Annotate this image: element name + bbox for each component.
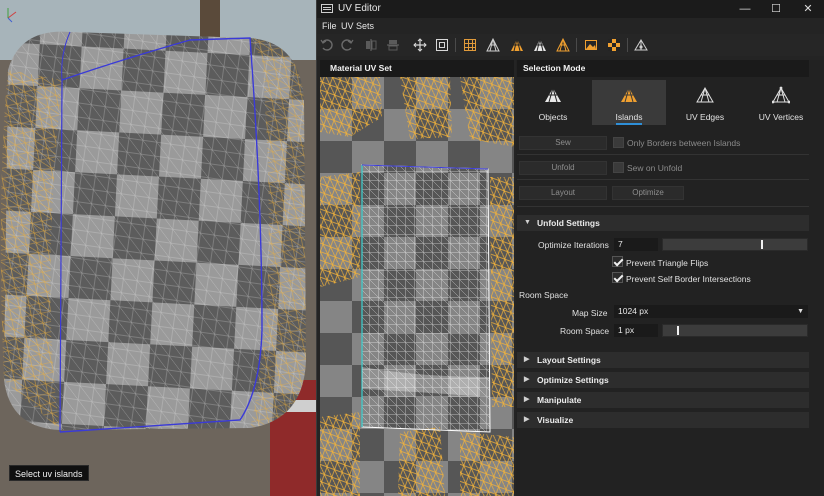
only-borders-label: Only Borders between Islands <box>627 138 741 148</box>
mirror-horizontal-icon[interactable] <box>363 37 379 53</box>
uv-edges-icon[interactable] <box>555 37 571 53</box>
maximize-button[interactable]: ☐ <box>761 0 791 18</box>
checker-icon[interactable] <box>606 37 622 53</box>
manipulate-header[interactable]: ▶ Manipulate <box>517 392 809 408</box>
room-space-label: Room Space <box>560 326 610 336</box>
menu-file[interactable]: File <box>322 21 337 31</box>
map-size-value: 1024 px <box>618 306 649 316</box>
prevent-self-border-label: Prevent Self Border Intersections <box>626 274 751 284</box>
image-icon[interactable] <box>583 37 599 53</box>
islands-icon <box>621 87 637 103</box>
chevron-down-icon: ▼ <box>797 308 804 315</box>
fit-icon[interactable] <box>434 37 450 53</box>
optimize-button[interactable]: Optimize <box>612 186 684 200</box>
section-title: Unfold Settings <box>537 218 600 228</box>
redo-icon[interactable] <box>339 37 355 53</box>
prevent-self-border-checkbox[interactable] <box>612 272 623 283</box>
title-bar[interactable]: UV Editor — ☐ ✕ <box>317 0 824 18</box>
uv-editor-window: UV Editor — ☐ ✕ File UV Sets Material UV… <box>316 0 824 496</box>
slider-thumb[interactable] <box>677 326 679 335</box>
menu-bar: File UV Sets <box>317 18 824 34</box>
move-icon[interactable] <box>412 37 428 53</box>
toolbar <box>317 34 824 56</box>
slider-thumb[interactable] <box>761 240 763 249</box>
pin-icon[interactable] <box>633 37 649 53</box>
room-space-slider[interactable] <box>662 324 808 337</box>
minimize-button[interactable]: — <box>730 0 760 18</box>
section-title: Visualize <box>537 415 574 425</box>
mode-tab-uv-vertices[interactable]: UV Vertices <box>744 80 818 125</box>
chevron-right-icon: ▶ <box>524 416 530 423</box>
optimize-settings-header[interactable]: ▶ Optimize Settings <box>517 372 809 388</box>
optimize-iterations-label: Optimize Iterations <box>538 240 609 250</box>
sew-button[interactable]: Sew <box>519 136 607 150</box>
uv-layout[interactable] <box>320 77 514 496</box>
mode-tab-islands[interactable]: Islands <box>592 80 666 125</box>
prevent-triangle-flips-checkbox[interactable] <box>612 256 623 267</box>
axis-gizmo-icon <box>7 8 17 23</box>
uv-canvas[interactable] <box>320 77 514 496</box>
room-space-heading: Room Space <box>519 290 569 300</box>
grid-icon[interactable] <box>462 37 478 53</box>
mode-tab-label: Islands <box>615 112 643 122</box>
section-title: Layout Settings <box>537 355 601 365</box>
3d-viewport[interactable]: Select uv islands <box>0 0 316 496</box>
uv-vertices-icon <box>772 86 790 104</box>
room-space-input[interactable]: 1 px <box>614 324 658 337</box>
islands-icon[interactable] <box>509 37 525 53</box>
app-icon <box>321 4 333 13</box>
map-size-label: Map Size <box>572 308 608 318</box>
visualize-header[interactable]: ▶ Visualize <box>517 412 809 428</box>
selection-panel: Selection Mode Objects Islands UV Edges … <box>516 60 824 496</box>
objects-icon <box>545 87 561 103</box>
active-tab-indicator <box>616 123 642 125</box>
close-button[interactable]: ✕ <box>793 0 823 18</box>
sew-on-unfold-checkbox[interactable] <box>613 162 624 173</box>
chevron-right-icon: ▶ <box>524 396 530 403</box>
mirror-vertical-icon[interactable] <box>385 37 401 53</box>
undo-icon[interactable] <box>319 37 335 53</box>
layout-settings-header[interactable]: ▶ Layout Settings <box>517 352 809 368</box>
layout-button[interactable]: Layout <box>519 186 607 200</box>
mode-tab-objects[interactable]: Objects <box>516 80 590 125</box>
mode-tab-label: Objects <box>538 112 568 122</box>
viewport-mesh[interactable] <box>0 0 316 496</box>
uv-set-header: Material UV Set <box>320 60 514 77</box>
uv-viewport[interactable]: Material UV Set <box>320 60 514 496</box>
viewport-tooltip: Select uv islands <box>9 465 89 481</box>
chevron-down-icon: ▼ <box>524 219 531 226</box>
uv-vertices-icon[interactable] <box>485 37 501 53</box>
chevron-right-icon: ▶ <box>524 376 530 383</box>
selection-mode-header: Selection Mode <box>517 60 809 77</box>
objects-icon[interactable] <box>532 37 548 53</box>
mode-tab-label: UV Vertices <box>758 112 804 122</box>
window-title: UV Editor <box>338 3 381 14</box>
section-title: Manipulate <box>537 395 582 405</box>
mode-tab-uv-edges[interactable]: UV Edges <box>668 80 742 125</box>
menu-uv-sets[interactable]: UV Sets <box>341 21 374 31</box>
optimize-iterations-input[interactable]: 7 <box>614 238 658 251</box>
map-size-dropdown[interactable]: 1024 px ▼ <box>614 305 808 318</box>
only-borders-checkbox[interactable] <box>613 137 624 148</box>
prevent-triangle-flips-label: Prevent Triangle Flips <box>626 258 709 268</box>
mode-tab-label: UV Edges <box>685 112 725 122</box>
section-title: Optimize Settings <box>537 375 609 385</box>
uv-edges-icon <box>696 86 714 103</box>
chevron-right-icon: ▶ <box>524 356 530 363</box>
unfold-button[interactable]: Unfold <box>519 161 607 175</box>
unfold-settings-header[interactable]: ▼ Unfold Settings <box>517 215 809 231</box>
sew-on-unfold-label: Sew on Unfold <box>627 163 683 173</box>
optimize-iterations-slider[interactable] <box>662 238 808 251</box>
